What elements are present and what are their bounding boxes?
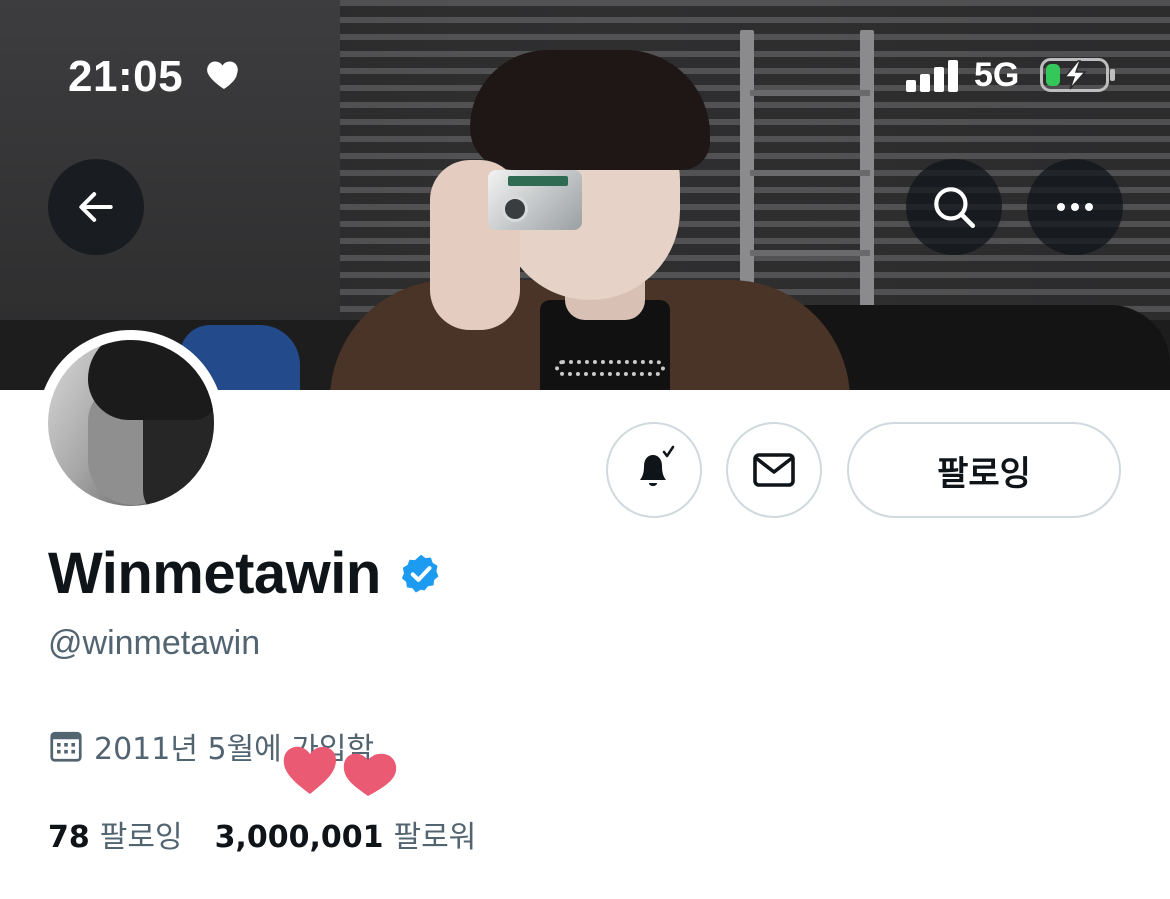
more-horizontal-icon [1057, 203, 1093, 211]
handle: @winmetawin [48, 624, 261, 662]
notifications-button[interactable] [606, 422, 702, 518]
envelope-icon [753, 453, 795, 487]
heart-sticker-icon [283, 746, 397, 796]
calendar-icon [50, 731, 82, 762]
status-time: 21:05 [68, 52, 184, 101]
followers-label: 팔로워 [393, 820, 477, 855]
signal-icon [906, 58, 960, 92]
following-label: 팔로잉 [99, 820, 183, 855]
following-button[interactable]: 팔로잉 [847, 422, 1121, 518]
verified-badge-icon[interactable] [399, 552, 443, 596]
display-name-row: Winmetawin [48, 540, 443, 607]
search-button[interactable] [906, 159, 1002, 255]
back-button[interactable] [48, 159, 144, 255]
more-button[interactable] [1027, 159, 1123, 255]
following-count: 78 [48, 820, 90, 855]
bell-subscribed-icon [640, 445, 675, 486]
followers-link[interactable]: 3,000,001 팔로워 [215, 812, 477, 856]
follow-stats: 78 팔로잉 3,000,001 팔로워 [48, 812, 476, 856]
following-link[interactable]: 78 팔로잉 [48, 812, 183, 856]
arrow-left-icon [79, 192, 113, 222]
message-button[interactable] [726, 422, 822, 518]
status-bar: 21:05 5G [0, 0, 1170, 140]
heart-icon [207, 61, 238, 89]
avatar-photo [48, 340, 214, 506]
avatar[interactable] [38, 330, 224, 516]
network-type: 5G [974, 56, 1020, 94]
battery-charging-icon [1040, 58, 1115, 92]
display-name: Winmetawin [48, 541, 381, 606]
search-icon [934, 187, 976, 229]
followers-count: 3,000,001 [214, 820, 384, 855]
